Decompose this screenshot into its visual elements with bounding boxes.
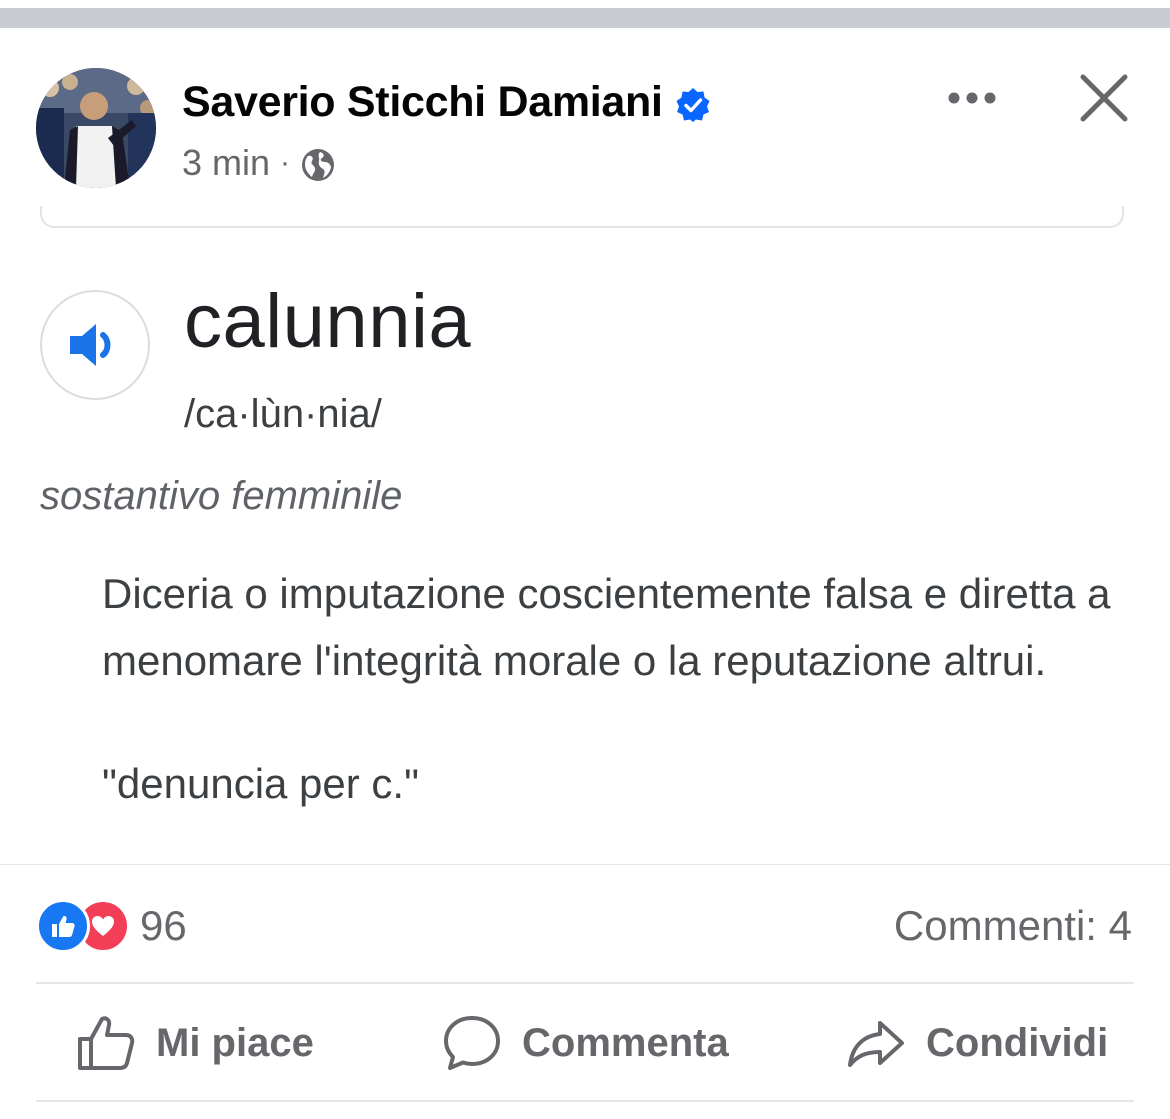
phonetic: /ca·lùn·nia/ xyxy=(184,392,382,436)
author-name-text: Saverio Sticchi Damiani xyxy=(182,78,663,126)
reactions-summary[interactable]: 96 xyxy=(36,899,187,953)
share-label: Condividi xyxy=(926,1020,1109,1065)
divider xyxy=(0,864,1170,865)
comment-button[interactable]: Commenta xyxy=(442,1000,729,1086)
meta-separator: · xyxy=(280,146,291,179)
avatar[interactable] xyxy=(36,68,156,188)
top-grey-bar xyxy=(0,8,1170,28)
like-button[interactable]: Mi piace xyxy=(76,1000,314,1086)
post-meta: 3 min · xyxy=(182,142,336,184)
like-label: Mi piace xyxy=(156,1020,314,1065)
comment-bubble-icon xyxy=(444,1016,500,1070)
usage-example: "denuncia per c." xyxy=(102,760,420,807)
definition: Diceria o imputazione coscientemente fal… xyxy=(102,570,1111,684)
more-options-button[interactable] xyxy=(940,80,1004,116)
globe-icon xyxy=(302,149,335,181)
post-time[interactable]: 3 min xyxy=(182,142,270,184)
verified-badge-icon xyxy=(676,87,710,122)
thumbs-up-icon xyxy=(78,1016,135,1070)
close-icon xyxy=(1080,74,1128,122)
share-arrow-icon xyxy=(848,1021,904,1067)
share-button[interactable]: Condividi xyxy=(846,1000,1108,1086)
divider xyxy=(36,982,1134,984)
top-strip xyxy=(0,0,1170,30)
comments-count[interactable]: Commenti: 4 xyxy=(894,902,1132,950)
author-name[interactable]: Saverio Sticchi Damiani xyxy=(182,78,711,127)
post-image[interactable]: calunnia /ca·lùn·nia/ sostantivo femmini… xyxy=(0,206,1170,864)
pronunciation-button[interactable] xyxy=(40,290,150,400)
action-bar: Mi piace Commenta Condividi xyxy=(0,1000,1170,1086)
dictionary-word: calunnia xyxy=(184,279,472,364)
comment-label: Commenta xyxy=(522,1020,729,1065)
reactions-count: 96 xyxy=(140,902,187,949)
card-edge xyxy=(40,206,1124,228)
part-of-speech: sostantivo femminile xyxy=(40,474,403,518)
more-icon xyxy=(948,92,996,104)
close-button[interactable] xyxy=(1078,72,1130,124)
like-reaction-icon xyxy=(36,899,90,953)
post-header: Saverio Sticchi Damiani 3 min · xyxy=(0,30,1170,217)
divider xyxy=(36,1100,1134,1102)
speaker-icon xyxy=(70,324,111,366)
